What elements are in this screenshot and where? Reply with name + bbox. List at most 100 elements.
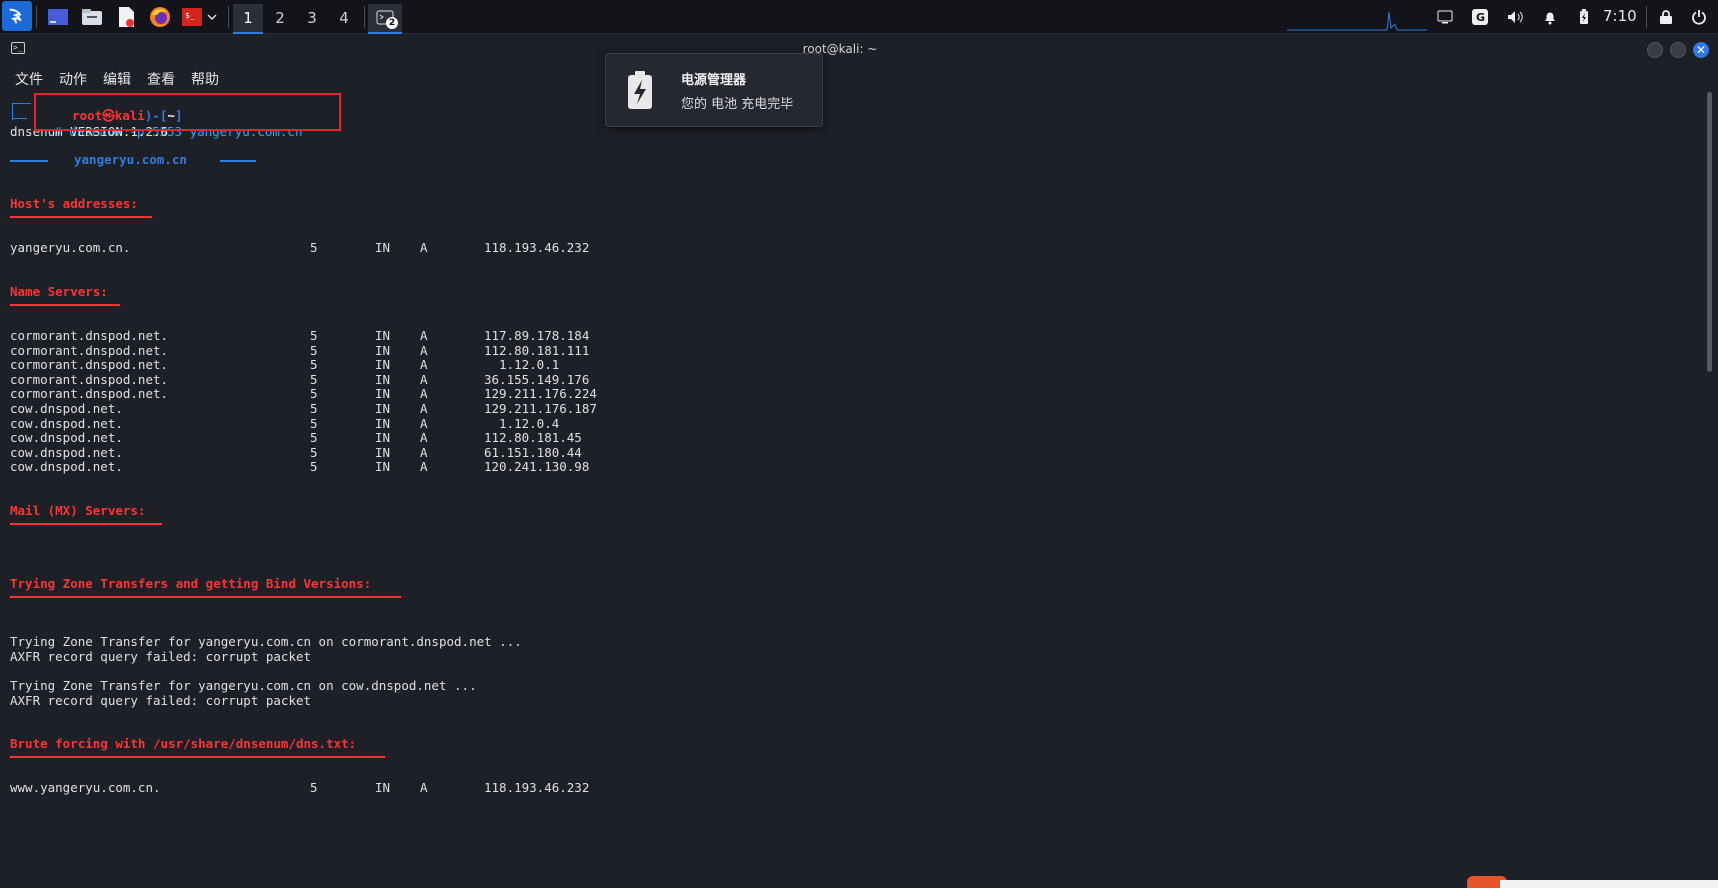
banner-rule-right	[220, 160, 256, 162]
text-editor-icon[interactable]	[113, 4, 139, 30]
record-ip: 112.80.181.45	[484, 430, 582, 446]
zone-section-title: Trying Zone Transfers and getting Bind V…	[10, 576, 372, 591]
power-notification[interactable]: 电源管理器 您的 电池 充电完毕	[605, 53, 823, 127]
record-class: IN	[375, 386, 391, 402]
brute-section-title: Brute forcing with /usr/share/dnsenum/dn…	[10, 736, 357, 751]
taskbar: $_ 1 2 3 4 2 G 7:10	[0, 0, 1718, 34]
window-titlebar[interactable]: >_ root@kali: ~ ✕	[0, 34, 1718, 66]
workspace-1[interactable]: 1	[233, 4, 263, 34]
maximize-button[interactable]	[1670, 42, 1686, 58]
menu-help[interactable]: 帮助	[191, 69, 219, 89]
zone-section-rule	[10, 596, 401, 598]
workspace-4[interactable]: 4	[329, 4, 359, 32]
record-name: yangeryu.com.cn.	[10, 240, 131, 255]
record-name: cow.dnspod.net.	[10, 444, 123, 460]
workspace-2[interactable]: 2	[265, 4, 295, 32]
kali-menu-icon[interactable]	[2, 1, 32, 31]
record-name: cow.dnspod.net.	[10, 415, 123, 431]
ns-record-row: cormorant.dnspod.net. 5 IN A 36.155.149.176	[10, 372, 710, 388]
menu-action[interactable]: 动作	[59, 69, 87, 89]
lock-icon[interactable]	[1657, 8, 1675, 26]
notification-bell-icon[interactable]	[1541, 8, 1559, 26]
record-ttl: 5	[310, 240, 318, 255]
record-type: A	[420, 780, 428, 795]
ns-record-row: cormorant.dnspod.net. 5 IN A 1.12.0.1	[10, 357, 710, 373]
banner-rule-left	[10, 160, 48, 162]
ns-record-row: cormorant.dnspod.net. 5 IN A 129.211.176.224	[10, 386, 710, 402]
zone-line: AXFR record query failed: corrupt packet	[10, 693, 312, 708]
record-name: cormorant.dnspod.net.	[10, 371, 169, 387]
record-ttl: 5	[310, 430, 318, 446]
minimize-button[interactable]	[1647, 42, 1663, 58]
record-class: IN	[375, 401, 391, 416]
record-name: www.yangeryu.com.cn.	[10, 780, 161, 795]
menu-edit[interactable]: 编辑	[103, 69, 131, 89]
record-name: cow.dnspod.net.	[10, 430, 123, 446]
battery-icon[interactable]	[1575, 8, 1593, 26]
record-ttl: 5	[310, 459, 318, 475]
workspace-3[interactable]: 3	[297, 4, 327, 32]
record-class: IN	[375, 444, 391, 460]
record-ttl: 5	[310, 328, 318, 343]
record-class: IN	[375, 328, 391, 343]
record-ttl: 5	[310, 415, 318, 431]
window-title: root@kali: ~	[802, 42, 878, 56]
chevron-down-icon[interactable]	[203, 4, 221, 30]
scrollbar[interactable]	[1707, 92, 1712, 372]
record-class: IN	[375, 342, 391, 358]
terminal-task-button[interactable]: 2	[368, 4, 402, 34]
taskbar-separator	[228, 6, 229, 28]
record-ip: 117.89.178.184	[484, 328, 590, 343]
g-app-icon[interactable]: G	[1471, 8, 1489, 26]
record-ttl: 5	[310, 780, 318, 795]
notification-title: 电源管理器	[681, 73, 747, 88]
record-ip: 120.241.130.98	[484, 459, 590, 475]
record-ip: 112.80.181.111	[484, 342, 590, 358]
record-type: A	[420, 371, 428, 387]
record-ttl: 5	[310, 357, 318, 373]
record-class: IN	[375, 430, 391, 446]
power-icon[interactable]	[1690, 8, 1708, 26]
record-type: A	[420, 357, 428, 373]
record-ip: 118.193.46.232	[484, 240, 590, 255]
zone-line: AXFR record query failed: corrupt packet	[10, 649, 312, 664]
record-ip: 61.151.180.44	[484, 444, 582, 460]
close-button[interactable]: ✕	[1693, 42, 1709, 58]
record-type: A	[420, 328, 428, 343]
notification-body: 您的 电池 充电完毕	[681, 97, 794, 112]
menu-bar: 文件 动作 编辑 查看 帮助	[0, 66, 1718, 92]
record-name: cow.dnspod.net.	[10, 401, 123, 416]
record-ip: 129.211.176.187	[484, 401, 597, 416]
terminal-output[interactable]: root㉿kali)-[~] # dnsenum -p 5353 yangery…	[10, 92, 1700, 888]
ns-record-row: cow.dnspod.net. 5 IN A 61.151.180.44	[10, 445, 710, 461]
record-name: cormorant.dnspod.net.	[10, 386, 169, 402]
ns-section-title: Name Servers:	[10, 284, 108, 299]
ns-record-row: cow.dnspod.net. 5 IN A 129.211.176.187	[10, 401, 710, 417]
battery-charging-icon	[628, 71, 652, 109]
menu-file[interactable]: 文件	[15, 69, 43, 89]
record-ttl: 5	[310, 342, 318, 358]
menu-view[interactable]: 查看	[147, 69, 175, 89]
svg-text:G: G	[1476, 11, 1485, 24]
record-ttl: 5	[310, 444, 318, 460]
display-icon[interactable]	[1436, 8, 1454, 26]
zone-line: Trying Zone Transfer for yangeryu.com.cn…	[10, 634, 522, 649]
command-highlight-box	[34, 93, 341, 131]
ns-section-rule	[10, 304, 120, 306]
file-manager-icon[interactable]	[79, 4, 105, 30]
zone-line: Trying Zone Transfer for yangeryu.com.cn…	[10, 678, 477, 693]
taskbar-separator	[1646, 6, 1647, 28]
terminal-app-icon[interactable]: $_	[179, 4, 205, 30]
brute-record-row: www.yangeryu.com.cn. 5 IN A 118.193.46.232	[10, 780, 710, 796]
show-desktop-icon[interactable]	[45, 4, 71, 30]
clock[interactable]: 7:10	[1603, 7, 1637, 25]
record-type: A	[420, 342, 428, 358]
record-class: IN	[375, 357, 391, 373]
record-ip: 1.12.0.4	[484, 415, 560, 431]
firefox-icon[interactable]	[147, 4, 173, 30]
volume-icon[interactable]	[1506, 8, 1524, 26]
record-type: A	[420, 240, 428, 255]
mx-section-rule	[10, 523, 162, 525]
host-record-row: yangeryu.com.cn. 5 IN A 118.193.46.232	[10, 240, 710, 256]
record-class: IN	[375, 780, 391, 795]
